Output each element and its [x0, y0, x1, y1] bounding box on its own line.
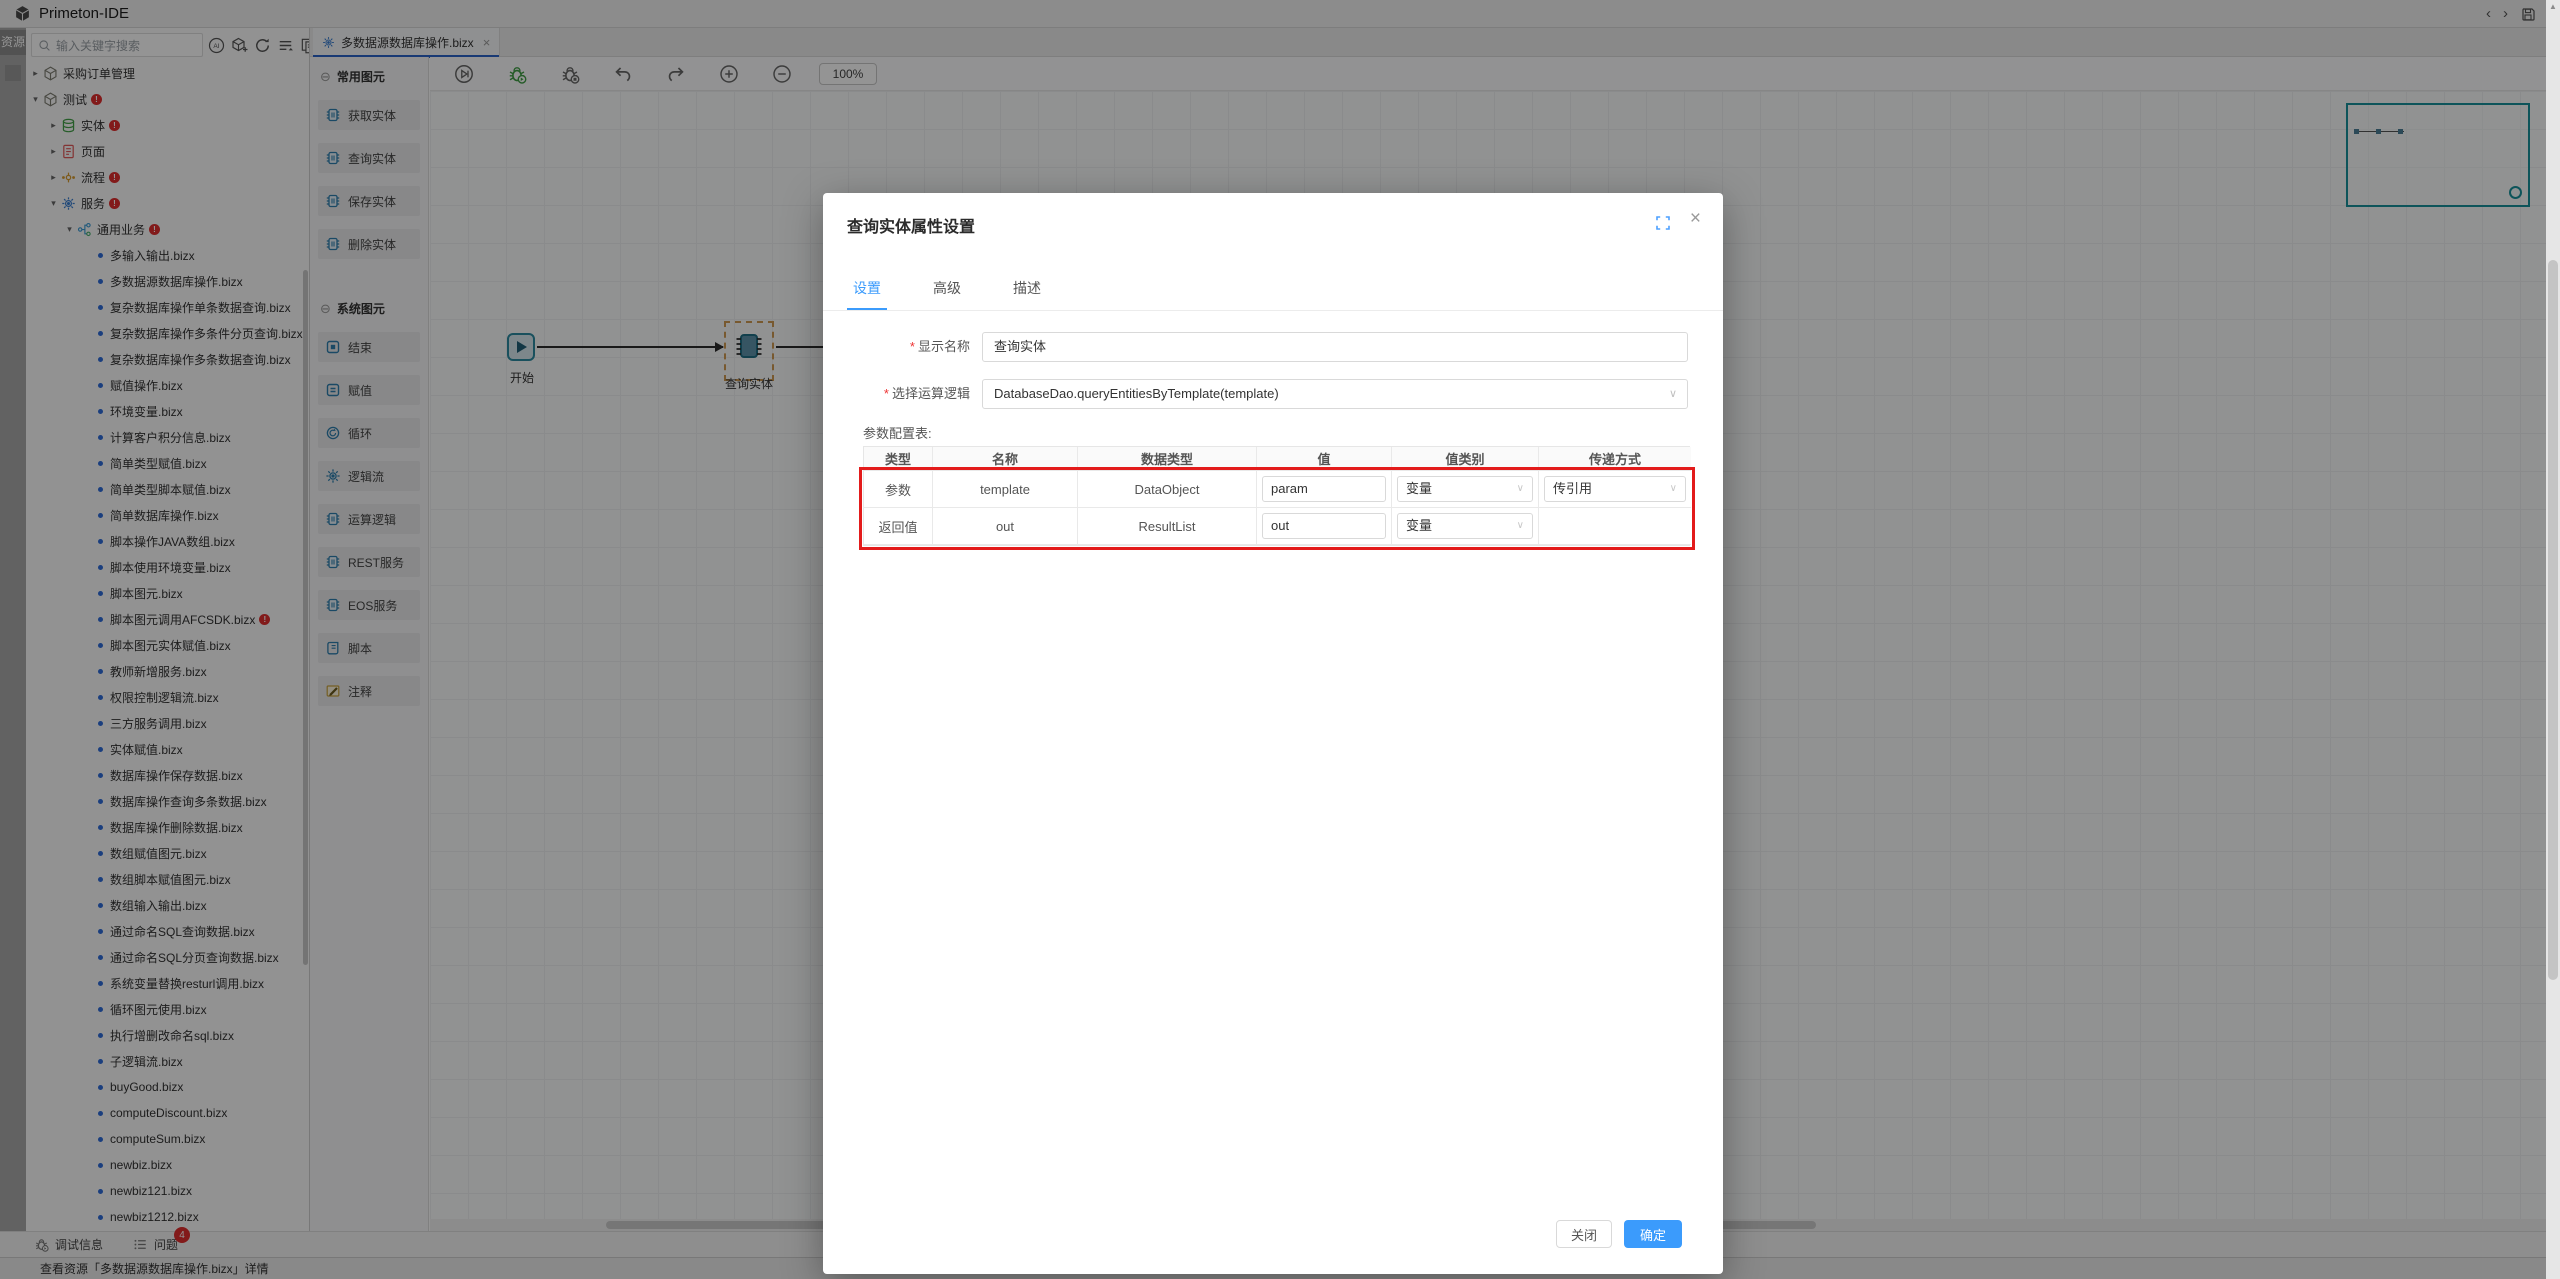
value-input[interactable]: out	[1262, 513, 1386, 539]
chevron-down-icon: ∨	[1516, 483, 1524, 494]
table-header-cell: 值	[1257, 447, 1392, 471]
dialog-tab-描述[interactable]: 描述	[1007, 278, 1047, 310]
param-table-caption: 参数配置表:	[863, 426, 932, 441]
scrollbar-thumb[interactable]	[2548, 260, 2558, 980]
value-category-select[interactable]: 变量 ∨	[1397, 476, 1533, 502]
display-name-label: * 显示名称	[909, 339, 970, 354]
logic-select-label: * 选择运算逻辑	[883, 386, 970, 401]
pass-mode-cell	[1539, 508, 1691, 545]
param-name-cell: out	[933, 508, 1078, 545]
tab-divider	[823, 310, 1723, 311]
dialog-title: 查询实体属性设置	[847, 219, 976, 236]
param-type-cell: 返回值	[864, 508, 933, 545]
value-input[interactable]: param	[1262, 476, 1386, 502]
required-asterisk: *	[883, 386, 889, 401]
param-datatype-cell: DataObject	[1078, 471, 1257, 508]
value-category-cell: 变量 ∨	[1392, 471, 1539, 508]
param-type-cell: 参数	[864, 471, 933, 508]
table-header-cell: 传递方式	[1539, 447, 1691, 471]
param-datatype-cell: ResultList	[1078, 508, 1257, 545]
table-header-cell: 名称	[933, 447, 1078, 471]
value-category-select[interactable]: 变量 ∨	[1397, 513, 1533, 539]
dialog-tab-高级[interactable]: 高级	[927, 278, 967, 310]
pass-mode-cell: 传引用 ∨	[1539, 471, 1691, 508]
value-category-cell: 变量 ∨	[1392, 508, 1539, 545]
logic-select[interactable]: DatabaseDao.queryEntitiesByTemplate(temp…	[982, 379, 1688, 409]
close-icon[interactable]: ×	[1690, 208, 1701, 230]
pass-mode-select[interactable]: 传引用 ∨	[1544, 476, 1686, 502]
ok-button[interactable]: 确定	[1624, 1220, 1682, 1248]
table-header-cell: 类型	[864, 447, 933, 471]
window-vertical-scrollbar[interactable]: ▲	[2546, 0, 2560, 1279]
param-value-cell: param	[1257, 471, 1392, 508]
query-entity-properties-dialog: 查询实体属性设置 × 设置 高级 描述 * 显示名称 查询实体 * 选择运算逻辑 Dat…	[823, 193, 1723, 1274]
param-value-cell: out	[1257, 508, 1392, 545]
table-header-cell: 值类别	[1392, 447, 1539, 471]
close-button[interactable]: 关闭	[1556, 1220, 1612, 1248]
chevron-down-icon: ∨	[1516, 520, 1524, 531]
expand-icon[interactable]	[1655, 215, 1671, 231]
chevron-down-icon: ∨	[1669, 483, 1677, 494]
primeton-ide-window: Primeton-IDE ‹ › 资源 输入关键字搜索 ▸ 采购订单管理 ▾ 测试! ▸…	[0, 0, 2560, 1279]
display-name-input[interactable]: 查询实体	[982, 332, 1688, 362]
table-header-cell: 数据类型	[1078, 447, 1257, 471]
dialog-tab-设置[interactable]: 设置	[847, 278, 887, 310]
param-name-cell: template	[933, 471, 1078, 508]
dialog-tabs: 设置 高级 描述	[847, 278, 1047, 310]
required-asterisk: *	[909, 339, 915, 354]
parameter-table: 类型 名称 数据类型值值类别 传递方式参数 template DataObject para…	[863, 446, 1691, 546]
chevron-down-icon: ∨	[1668, 388, 1677, 400]
scroll-up-arrow[interactable]: ▲	[2546, 0, 2560, 14]
